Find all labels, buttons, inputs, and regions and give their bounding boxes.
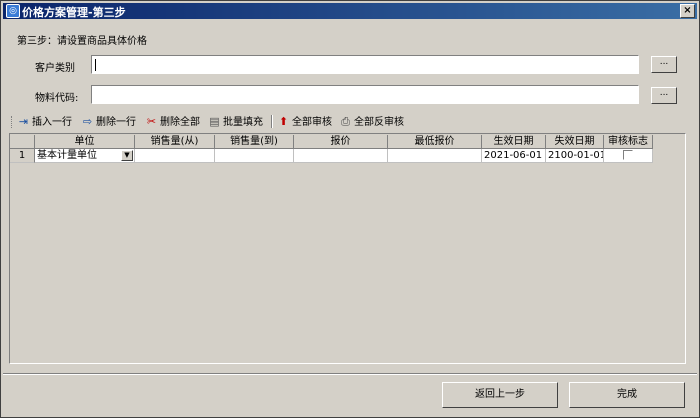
approve-icon: ⬆ — [278, 115, 289, 128]
column-header-qty-from[interactable]: 销售量(从) — [135, 135, 215, 149]
finish-button[interactable]: 完成 — [569, 382, 685, 408]
price-scheme-dialog: ◎ 价格方案管理-第三步 × 第三步：请设置商品具体价格 客户类别 ... 物料… — [0, 0, 700, 418]
title-bar: ◎ 价格方案管理-第三步 × — [3, 3, 697, 19]
delete-row-button[interactable]: ⇨ 删除一行 — [81, 114, 136, 130]
approved-cell[interactable] — [604, 149, 653, 163]
row-number-header — [10, 135, 35, 149]
footer-divider — [3, 373, 697, 375]
material-code-field[interactable] — [91, 85, 639, 104]
toolbar-grip — [11, 116, 14, 128]
close-icon[interactable]: × — [680, 4, 695, 18]
column-header-qty-to[interactable]: 销售量(到) — [215, 135, 294, 149]
step-instruction: 第三步：请设置商品具体价格 — [17, 36, 147, 47]
unapprove-all-button[interactable]: ⎙ 全部反审核 — [339, 114, 404, 130]
unit-select[interactable]: 基本计量单位 ▼ — [35, 149, 135, 163]
qty-from-cell[interactable] — [135, 149, 215, 163]
toolbar-separator — [271, 115, 273, 128]
material-browse-button[interactable]: ... — [651, 87, 677, 104]
row-number: 1 — [10, 149, 35, 163]
price-cell[interactable] — [294, 149, 388, 163]
customer-category-field[interactable] — [91, 55, 639, 74]
price-grid[interactable]: 单位 销售量(从) 销售量(到) 报价 最低报价 生效日期 失效日期 审核标志 … — [9, 133, 686, 364]
customer-category-label: 客户类别 — [35, 63, 75, 74]
delete-all-button[interactable]: ✂ 删除全部 — [145, 114, 200, 130]
window-title: 价格方案管理-第三步 — [22, 6, 126, 19]
printer-icon: ⎙ — [341, 115, 350, 128]
fill-icon: ▤ — [209, 115, 220, 128]
insert-row-button[interactable]: ⇥ 插入一行 — [17, 114, 72, 130]
column-header-start-date[interactable]: 生效日期 — [482, 135, 546, 149]
column-header-min-price[interactable]: 最低报价 — [388, 135, 482, 149]
chevron-down-icon[interactable]: ▼ — [121, 150, 133, 161]
column-header-end-date[interactable]: 失效日期 — [546, 135, 604, 149]
min-price-cell[interactable] — [388, 149, 482, 163]
insert-row-icon: ⇥ — [18, 115, 29, 128]
approved-checkbox[interactable] — [623, 150, 633, 160]
customer-browse-button[interactable]: ... — [651, 56, 677, 73]
text-caret — [95, 59, 96, 71]
back-button[interactable]: 返回上一步 — [442, 382, 558, 408]
qty-to-cell[interactable] — [215, 149, 294, 163]
batch-fill-button[interactable]: ▤ 批量填充 — [208, 114, 263, 130]
approve-all-button[interactable]: ⬆ 全部审核 — [277, 114, 332, 130]
app-icon: ◎ — [6, 4, 20, 18]
column-header-unit[interactable]: 单位 — [35, 135, 135, 149]
start-date-cell[interactable]: 2021-06-01 — [482, 149, 546, 163]
end-date-cell[interactable]: 2100-01-01 — [546, 149, 604, 163]
material-code-label: 物料代码: — [35, 93, 79, 104]
grid-toolbar: ⇥ 插入一行 ⇨ 删除一行 ✂ 删除全部 ▤ 批量填充 ⬆ 全部审核 ⎙ 全部反审核 — [9, 113, 689, 131]
column-header-price[interactable]: 报价 — [294, 135, 388, 149]
scissors-icon: ✂ — [146, 115, 157, 128]
column-header-approved[interactable]: 审核标志 — [604, 135, 653, 149]
delete-row-icon: ⇨ — [82, 115, 93, 128]
